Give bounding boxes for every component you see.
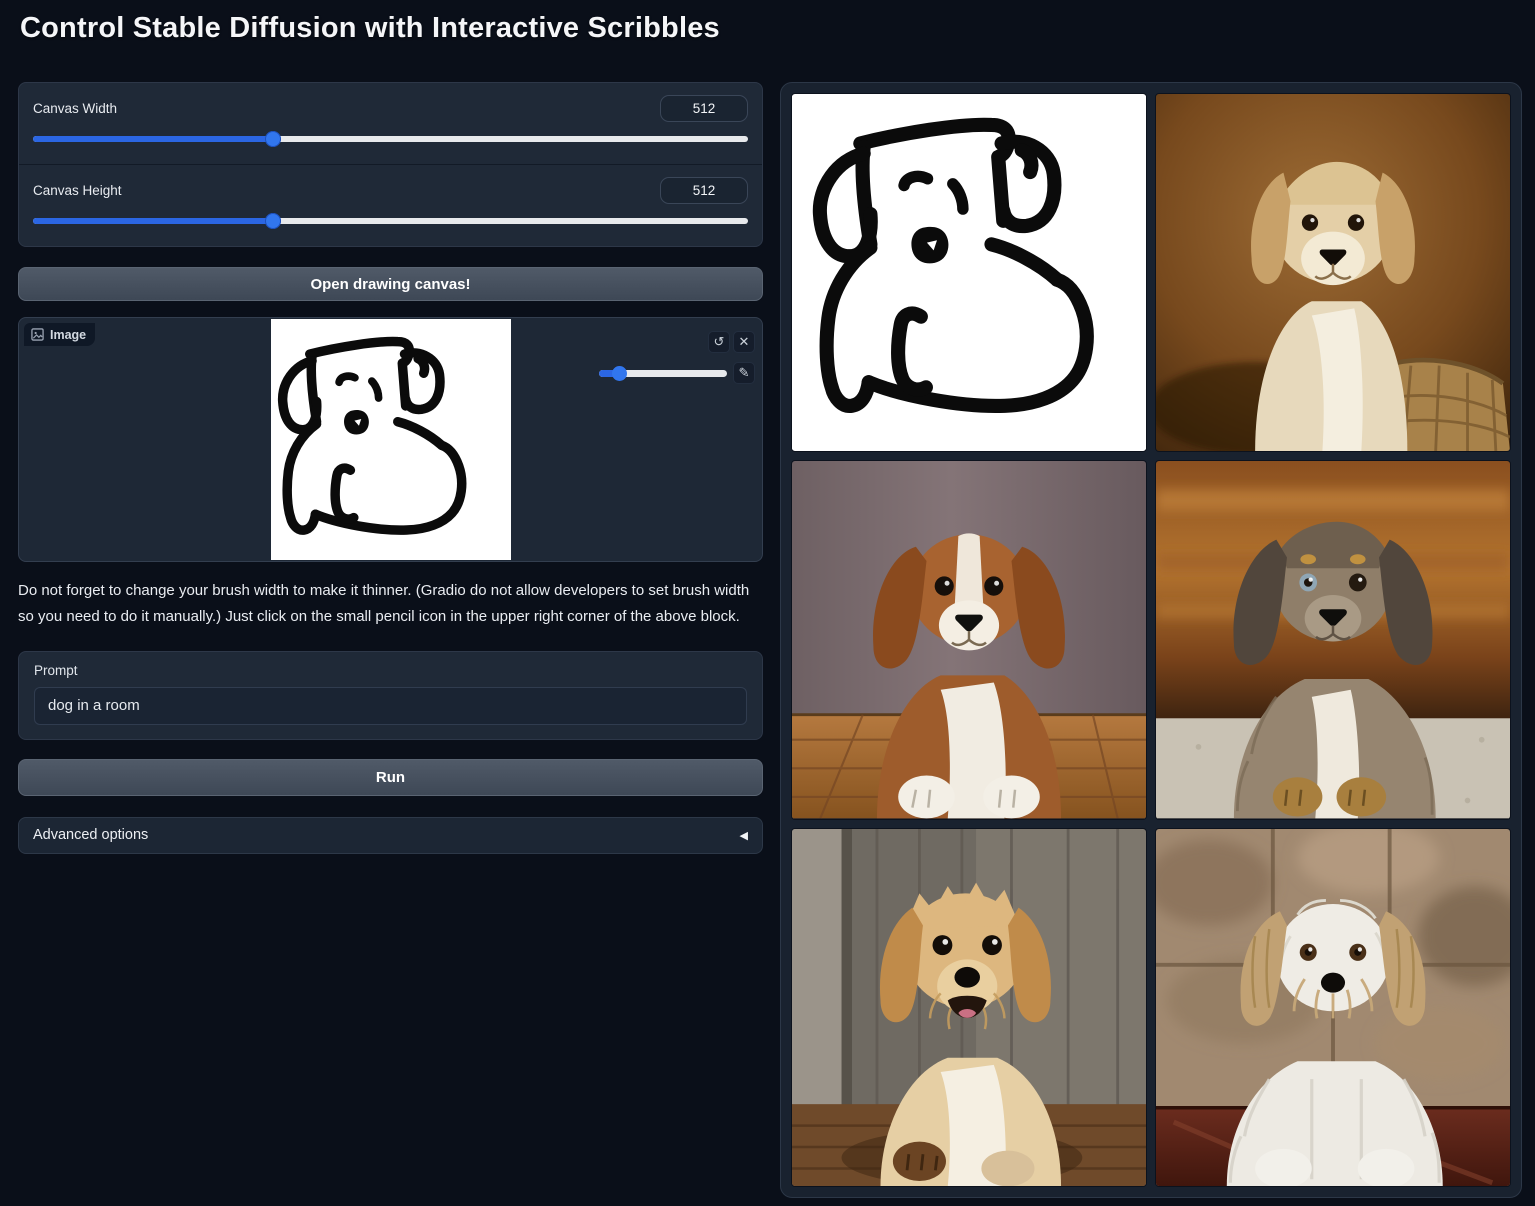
prompt-panel: Prompt xyxy=(18,651,763,740)
app-root: Control Stable Diffusion with Interactiv… xyxy=(0,0,1535,1206)
advanced-options-label: Advanced options xyxy=(33,827,148,843)
generated-dog-image xyxy=(1156,94,1510,451)
canvas-height-row: Canvas Height 512 xyxy=(19,165,762,246)
image-block: Image ↺ ✕ ✎ xyxy=(18,317,763,562)
gallery-item-dog-merle[interactable] xyxy=(1155,460,1511,819)
page-title: Control Stable Diffusion with Interactiv… xyxy=(20,12,720,45)
undo-button[interactable]: ↺ xyxy=(708,331,730,353)
canvas-height-label: Canvas Height xyxy=(33,183,122,198)
brush-size-slider[interactable] xyxy=(599,366,727,380)
brush-slider-handle[interactable] xyxy=(612,366,627,381)
run-button[interactable]: Run xyxy=(18,759,763,796)
canvas-height-slider[interactable] xyxy=(33,213,748,229)
undo-icon: ↺ xyxy=(714,334,725,349)
canvas-width-label: Canvas Width xyxy=(33,101,117,116)
prompt-input[interactable] xyxy=(34,687,747,725)
close-icon: ✕ xyxy=(739,334,750,349)
slider-handle[interactable] xyxy=(265,131,281,147)
slider-handle[interactable] xyxy=(265,213,281,229)
canvas-size-panel: Canvas Width 512 Canvas Height 512 xyxy=(18,82,763,247)
drawing-canvas[interactable] xyxy=(271,319,511,560)
canvas-height-value[interactable]: 512 xyxy=(660,177,748,204)
generated-dog-image xyxy=(792,461,1146,818)
dog-scribble-image xyxy=(792,94,1146,451)
canvas-width-value[interactable]: 512 xyxy=(660,95,748,122)
generated-dog-image xyxy=(792,829,1146,1186)
open-canvas-button[interactable]: Open drawing canvas! xyxy=(18,267,763,301)
gallery-item-dog-basket[interactable] xyxy=(1155,93,1511,452)
canvas-width-slider[interactable] xyxy=(33,131,748,147)
prompt-label: Prompt xyxy=(34,663,747,678)
image-block-label: Image xyxy=(24,323,95,346)
brush-tool-button[interactable]: ✎ xyxy=(733,362,755,384)
image-icon xyxy=(31,328,44,341)
dog-scribble-drawing xyxy=(271,319,511,560)
gallery-item-dog-wood-floor[interactable] xyxy=(791,460,1147,819)
chevron-left-icon: ◀ xyxy=(740,829,748,842)
slider-fill xyxy=(33,218,273,224)
canvas-width-row: Canvas Width 512 xyxy=(19,83,762,165)
gallery-item-scribble[interactable] xyxy=(791,93,1147,452)
controls-column: Canvas Width 512 Canvas Height 512 xyxy=(18,82,763,854)
result-gallery xyxy=(780,82,1522,1198)
advanced-options-accordion[interactable]: Advanced options ◀ xyxy=(18,817,763,854)
image-block-label-text: Image xyxy=(50,328,86,342)
gallery-item-dog-open-mouth[interactable] xyxy=(791,828,1147,1187)
pencil-icon: ✎ xyxy=(739,365,750,380)
clear-image-button[interactable]: ✕ xyxy=(733,331,755,353)
generated-dog-image xyxy=(1156,829,1510,1186)
brush-width-note: Do not forget to change your brush width… xyxy=(18,578,758,630)
slider-fill xyxy=(33,136,273,142)
generated-dog-image xyxy=(1156,461,1510,818)
gallery-item-dog-white-shaggy[interactable] xyxy=(1155,828,1511,1187)
